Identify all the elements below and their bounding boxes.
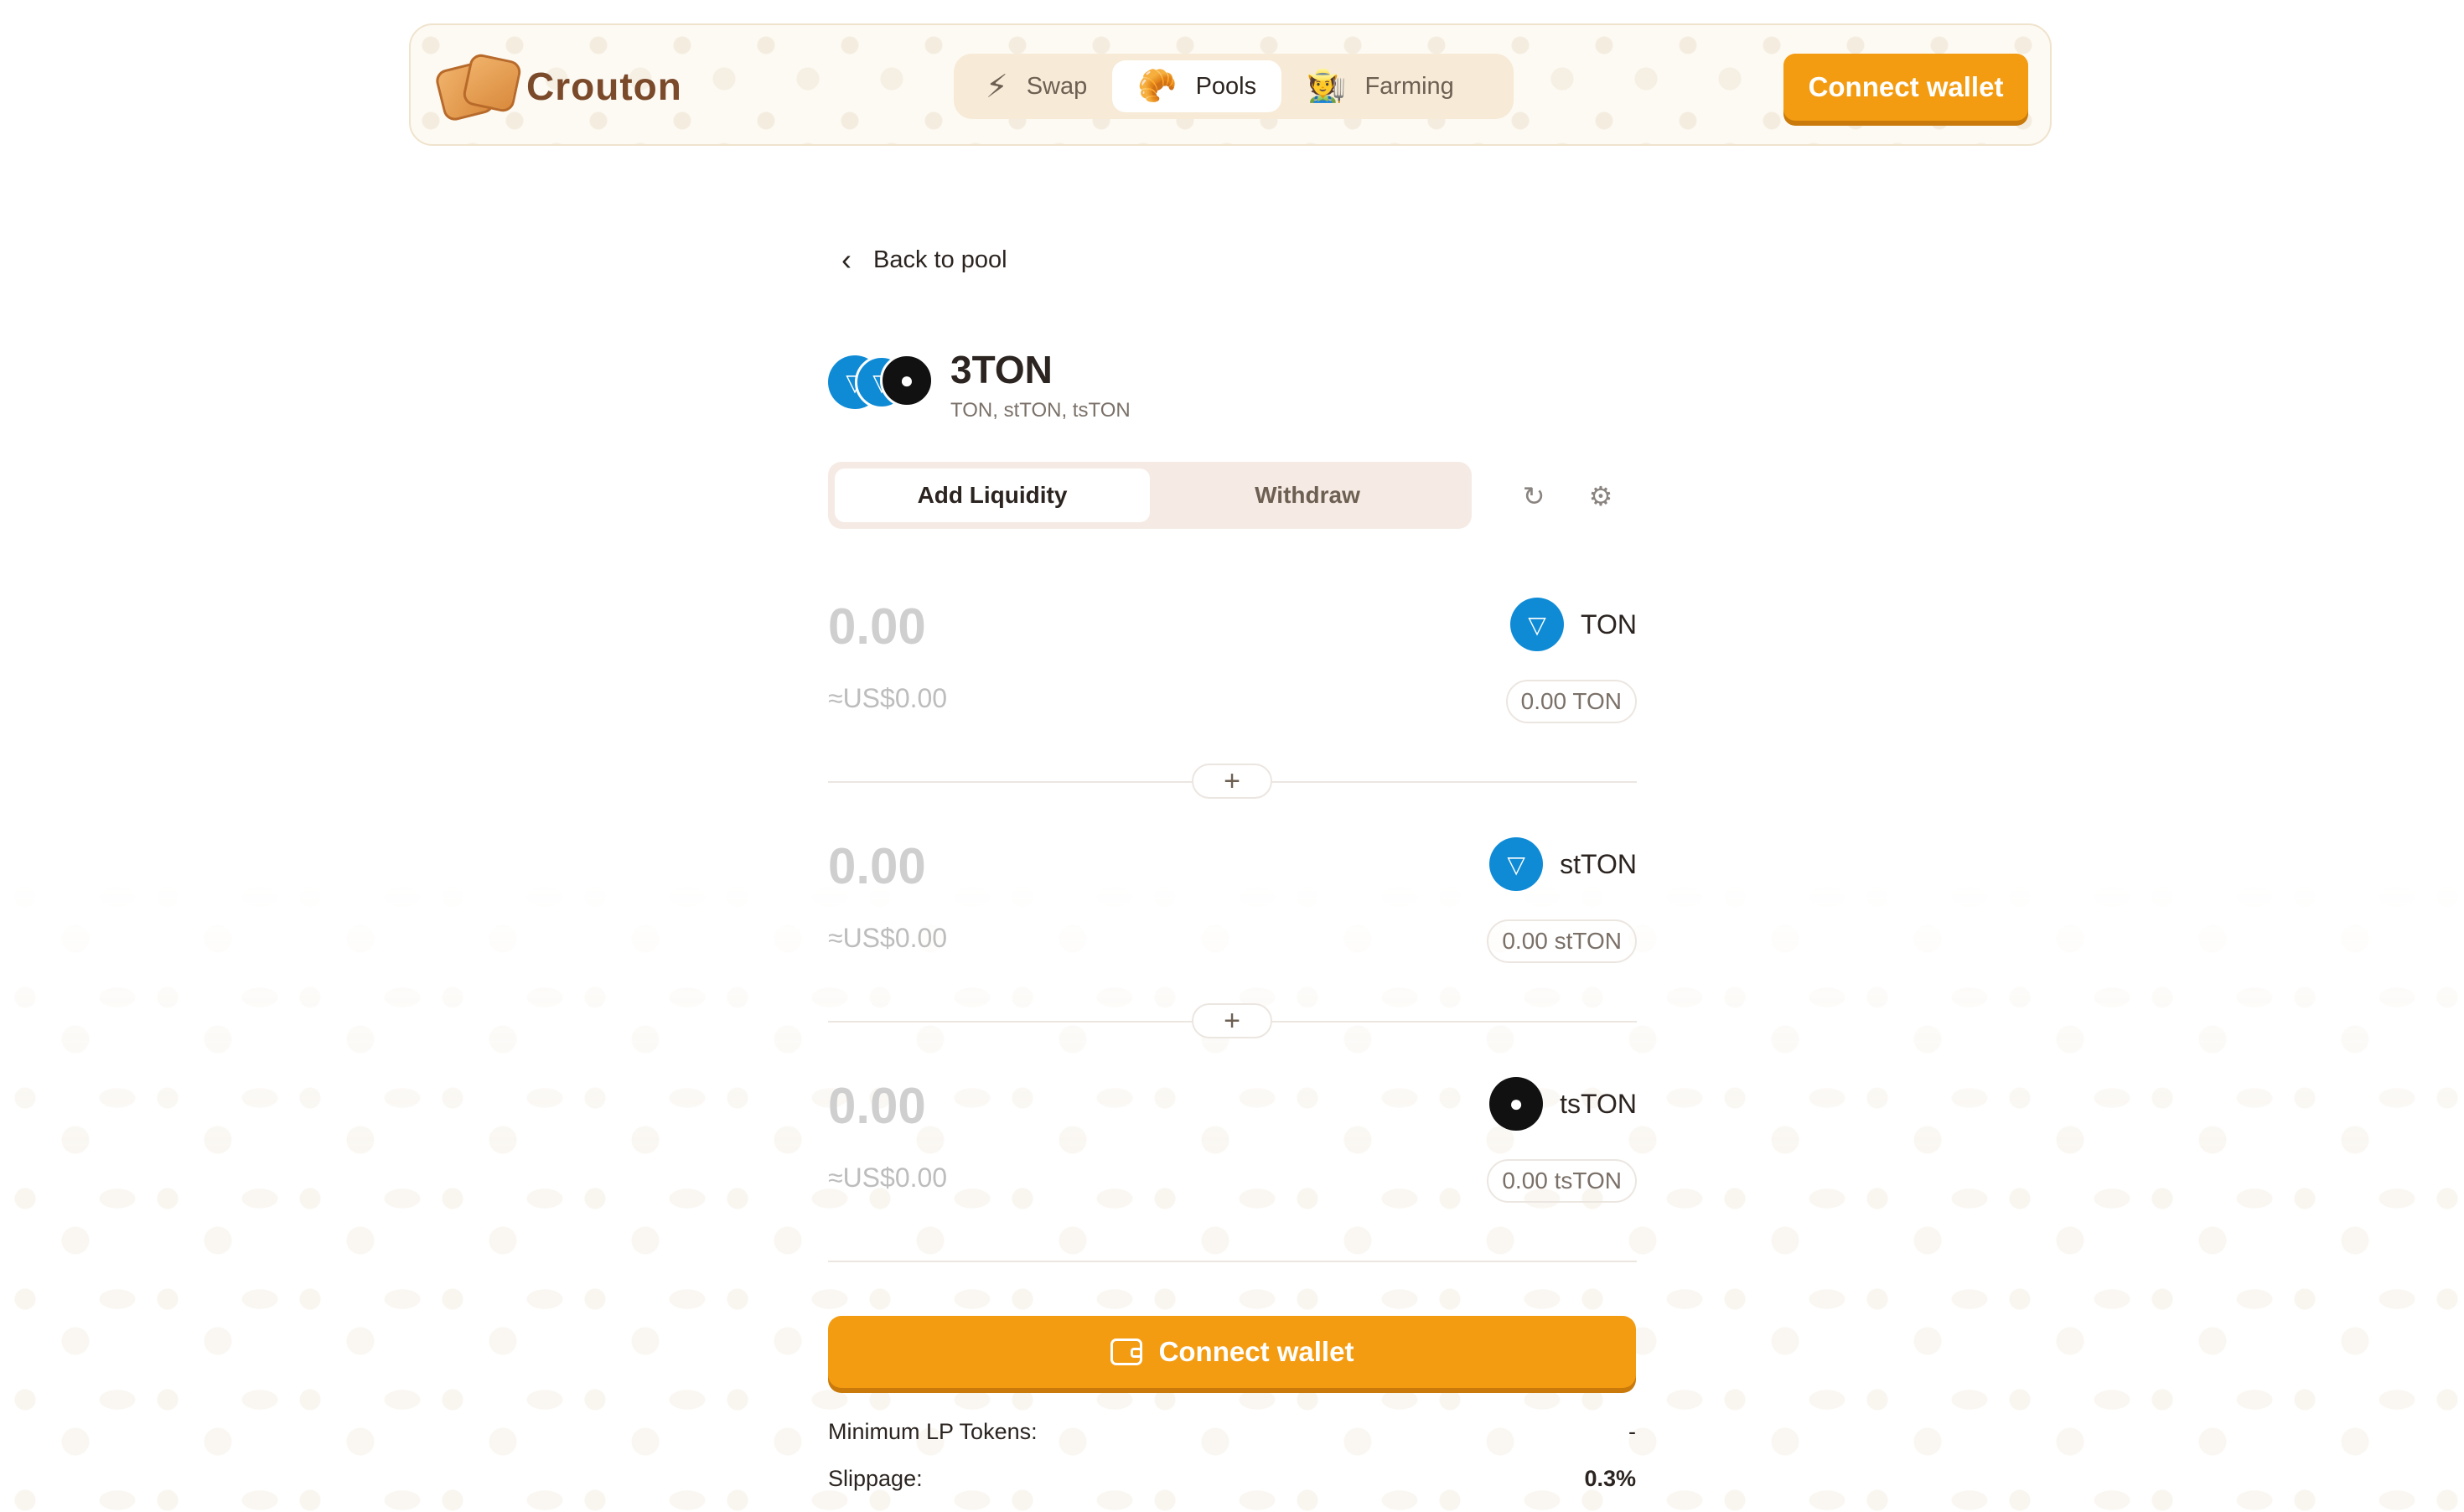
brand-logo[interactable]: Crouton	[433, 52, 682, 123]
pool-header: ▽ ▽ ● 3TON TON, stTON, tsTON	[828, 350, 1131, 422]
nav-farming-label: Farming	[1364, 72, 1454, 100]
stton-icon: ▽	[1489, 837, 1544, 891]
crouton-logo-icon	[433, 52, 523, 123]
slippage-value: 0.3%	[1584, 1466, 1636, 1491]
back-to-pool-link[interactable]: ‹ Back to pool	[841, 245, 1007, 275]
croissant-icon: 🥐	[1137, 69, 1178, 104]
lightning-icon: ⚡	[986, 69, 1008, 105]
tston-icon: ●	[1489, 1077, 1544, 1131]
brand-name: Crouton	[526, 65, 682, 108]
usd-value: ≈US$0.00	[828, 683, 948, 713]
min-lp-label: Minimum LP Tokens:	[828, 1419, 1038, 1444]
token-symbol: tsTON	[1560, 1088, 1637, 1119]
chevron-left-icon: ‹	[841, 242, 852, 277]
token-symbol: stTON	[1560, 848, 1637, 879]
nav-swap-label: Swap	[1026, 72, 1088, 100]
back-label: Back to pool	[873, 246, 1007, 273]
balance-badge[interactable]: 0.00 TON	[1505, 680, 1637, 723]
main-nav: ⚡ Swap 🥐 Pools 🧑‍🌾 Farming	[954, 54, 1514, 119]
connect-wallet-button[interactable]: Connect wallet	[1783, 54, 2028, 121]
balance-badge[interactable]: 0.00 tsTON	[1487, 1159, 1637, 1203]
farmer-icon: 🧑‍🌾	[1307, 69, 1347, 104]
settings-sliders-icon[interactable]: ⚙	[1584, 479, 1618, 513]
connect-wallet-main-button[interactable]: Connect wallet	[828, 1316, 1636, 1388]
liquidity-tabs: Add Liquidity Withdraw	[828, 462, 1472, 529]
tston-icon: ●	[880, 354, 934, 407]
tab-add-liquidity[interactable]: Add Liquidity	[835, 469, 1150, 522]
pool-token-list: TON, stTON, tsTON	[950, 399, 1131, 422]
pool-title: 3TON	[950, 348, 1053, 391]
wallet-icon	[1110, 1339, 1142, 1365]
token-stton: ▽ stTON	[1489, 837, 1637, 891]
divider	[828, 1261, 1637, 1262]
plus-icon: +	[1192, 764, 1272, 799]
token-tston: ● tsTON	[1489, 1077, 1637, 1131]
slippage-row: Slippage: 0.3%	[828, 1466, 1636, 1492]
connect-main-label: Connect wallet	[1158, 1336, 1354, 1367]
min-lp-value: -	[1628, 1419, 1636, 1444]
token-input-row-stton: 0.00 ≈US$0.00 ▽ stTON 0.00 stTON	[828, 837, 1637, 997]
token-ton: ▽ TON	[1510, 598, 1637, 651]
plus-icon: +	[1192, 1003, 1272, 1038]
token-symbol: TON	[1581, 608, 1637, 639]
nav-pools-label: Pools	[1195, 72, 1257, 100]
amount-input[interactable]: 0.00	[828, 837, 926, 895]
token-input-row-ton: 0.00 ≈US$0.00 ▽ TON 0.00 TON	[828, 598, 1637, 757]
balance-badge[interactable]: 0.00 stTON	[1487, 919, 1637, 963]
min-lp-row: Minimum LP Tokens: -	[828, 1419, 1636, 1445]
amount-input[interactable]: 0.00	[828, 1077, 926, 1135]
usd-value: ≈US$0.00	[828, 923, 948, 953]
slippage-label: Slippage:	[828, 1466, 923, 1491]
pool-token-icons: ▽ ▽ ●	[828, 350, 942, 409]
refresh-icon[interactable]: ↻	[1517, 479, 1550, 513]
nav-swap[interactable]: ⚡ Swap	[960, 60, 1112, 112]
amount-input[interactable]: 0.00	[828, 598, 926, 655]
nav-pools[interactable]: 🥐 Pools	[1112, 60, 1282, 112]
usd-value: ≈US$0.00	[828, 1162, 948, 1193]
nav-farming[interactable]: 🧑‍🌾 Farming	[1281, 60, 1479, 112]
token-input-row-tston: 0.00 ≈US$0.00 ● tsTON 0.00 tsTON	[828, 1077, 1637, 1236]
tab-withdraw[interactable]: Withdraw	[1150, 469, 1465, 522]
ton-icon: ▽	[1510, 598, 1565, 651]
top-bar: Crouton ⚡ Swap 🥐 Pools 🧑‍🌾 Farming Conne…	[409, 23, 2052, 146]
